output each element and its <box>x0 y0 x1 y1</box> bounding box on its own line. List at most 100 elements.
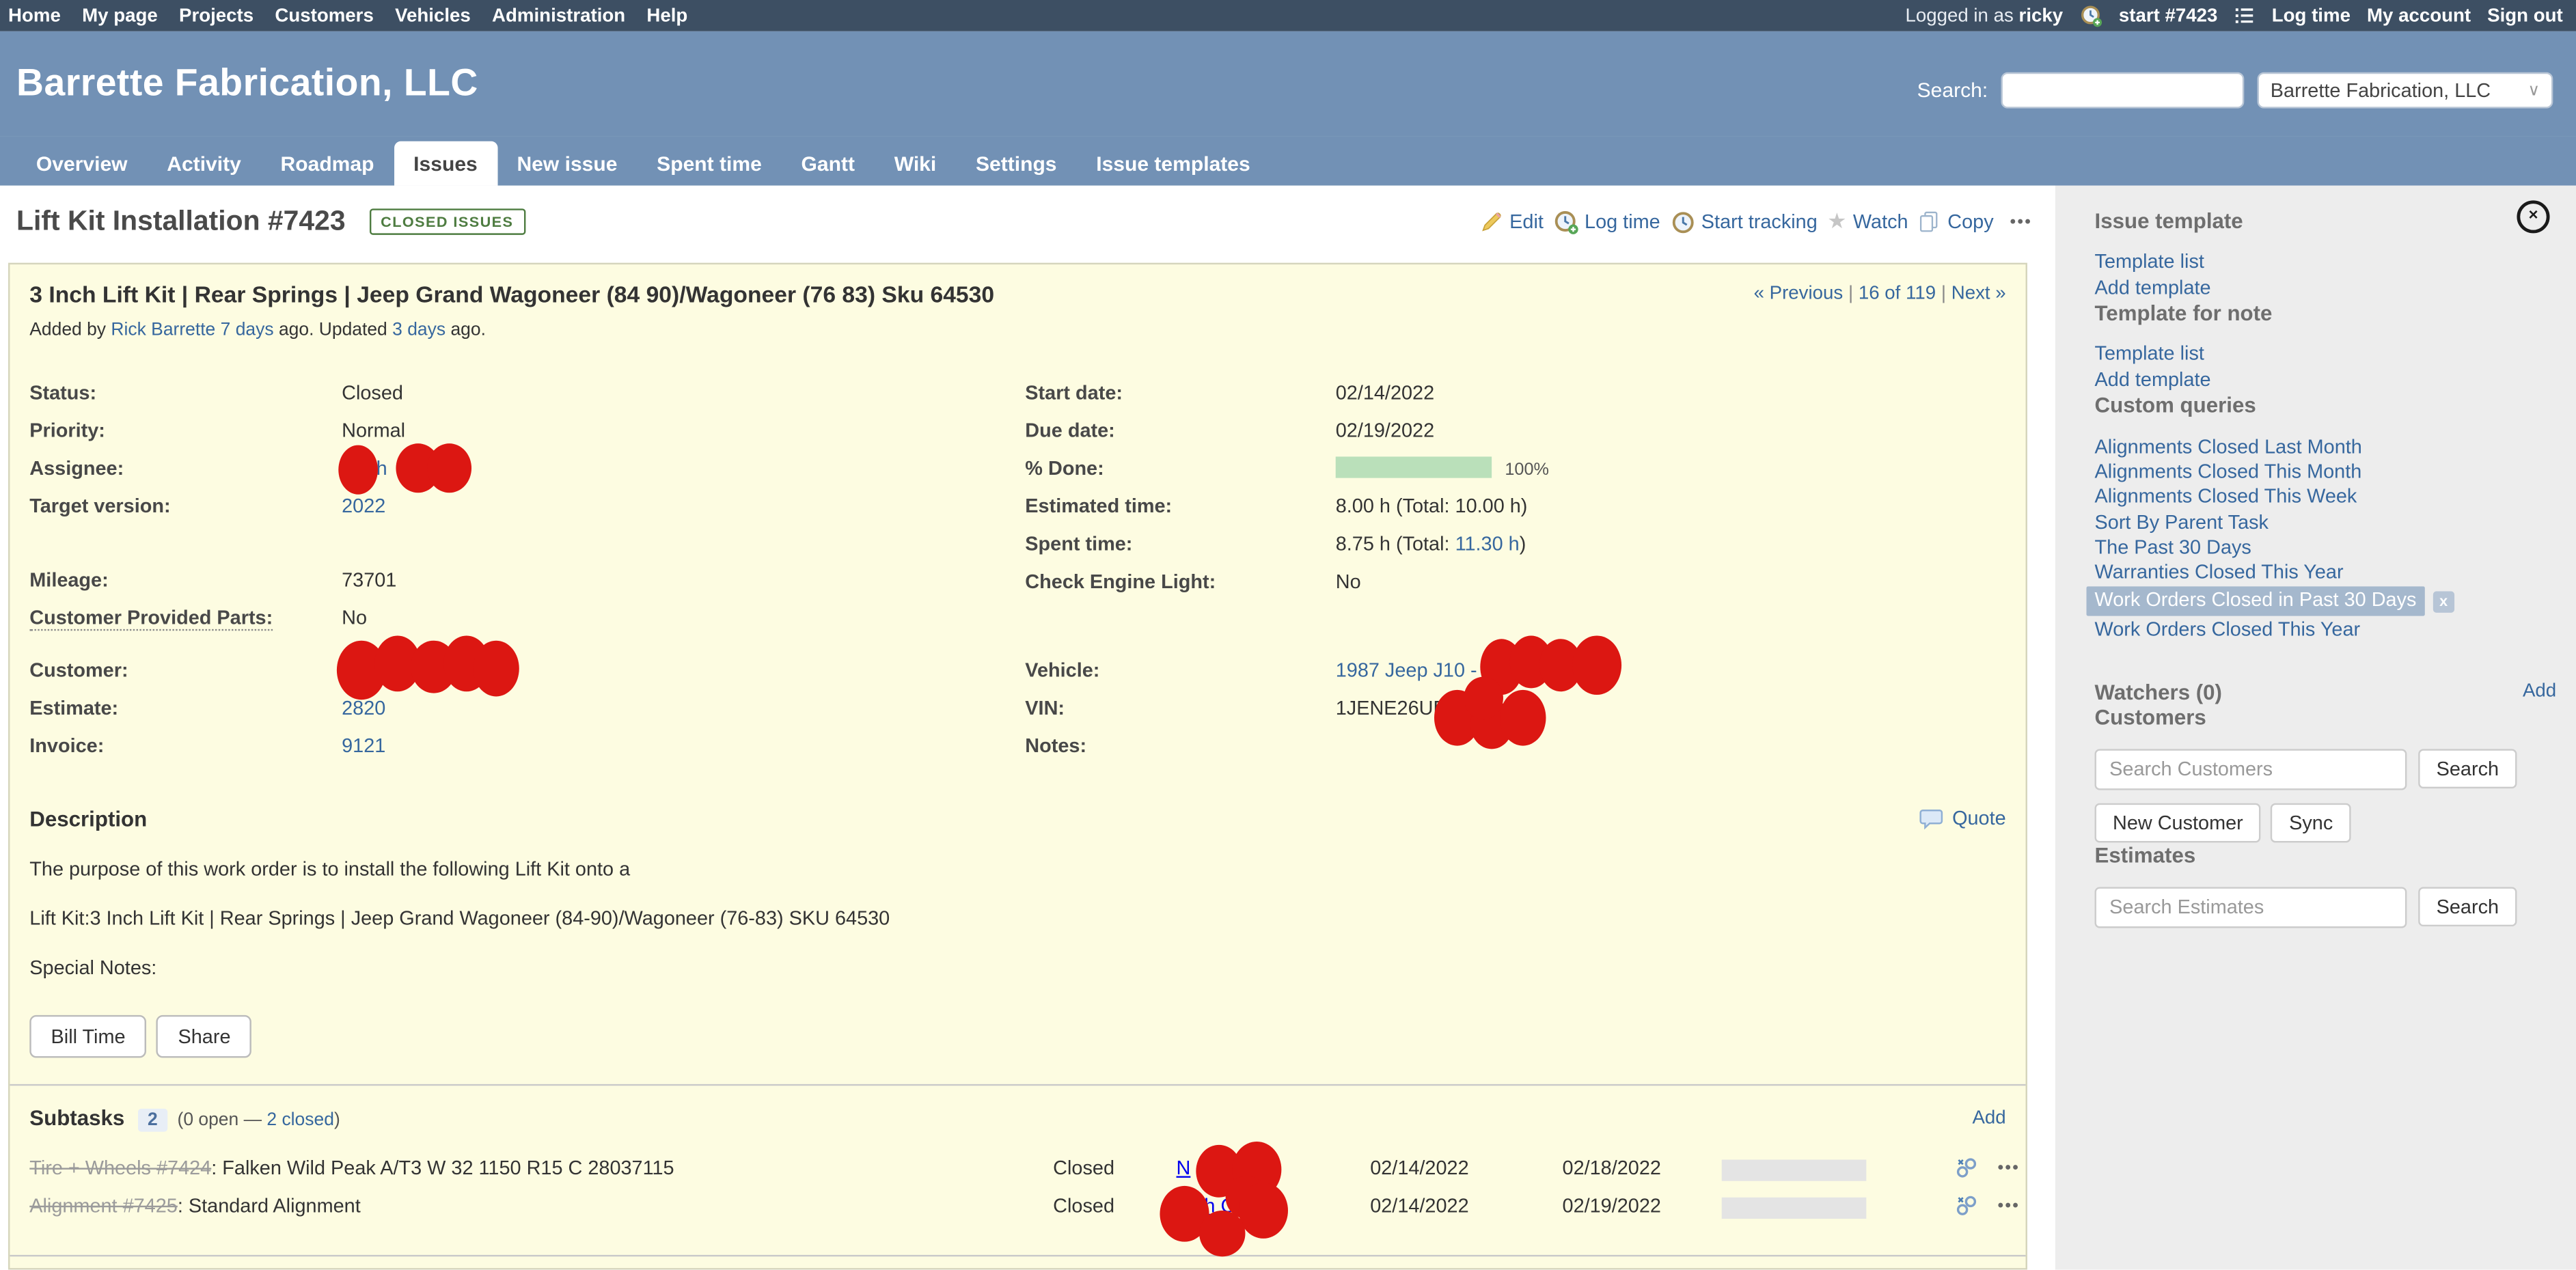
subtask-status: Closed <box>1053 1157 1114 1180</box>
updated-ago-link[interactable]: 3 days <box>392 320 446 340</box>
tab-gantt[interactable]: Gantt <box>782 145 875 186</box>
pagination-position: 16 of 119 <box>1859 284 1936 304</box>
copy-button[interactable]: Copy <box>1918 210 1994 234</box>
log-time-link[interactable]: Log time <box>2272 5 2351 25</box>
subtask-row: Tire + Wheels #7424: Falken Wild Peak A/… <box>29 1153 2005 1191</box>
watch-button[interactable]: ★ Watch <box>1827 208 1908 234</box>
subtask-start-date: 02/14/2022 <box>1370 1157 1468 1180</box>
timer-list-icon[interactable] <box>2234 5 2255 26</box>
project-jump-select[interactable]: Barrette Fabrication, LLC ∨ <box>2258 72 2553 109</box>
target-version-label: Target version: <box>29 495 342 527</box>
top-menu-my-page[interactable]: My page <box>82 5 158 25</box>
section-divider <box>10 1084 2025 1086</box>
priority-label: Priority: <box>29 419 342 452</box>
issue-subject: 3 Inch Lift Kit | Rear Springs | Jeep Gr… <box>29 281 2005 307</box>
search-estimates-button[interactable]: Search <box>2418 887 2517 927</box>
share-button[interactable]: Share <box>156 1015 252 1058</box>
subtask-due-date: 02/19/2022 <box>1563 1194 1661 1217</box>
top-menu-administration[interactable]: Administration <box>492 5 625 25</box>
issue-actions: Edit Log time Start tracking ★ Watch Cop… <box>1480 208 2032 234</box>
template-for-note-heading: Template for note <box>2095 301 2550 325</box>
custom-query-link[interactable]: Work Orders Closed This Year <box>2095 618 2361 644</box>
custom-query-selected[interactable]: Work Orders Closed in Past 30 Days <box>2087 587 2425 617</box>
subtask-progress-bar <box>1722 1159 1867 1181</box>
start-timer-link[interactable]: start #7423 <box>2119 5 2218 25</box>
tab-settings[interactable]: Settings <box>956 145 1076 186</box>
search-input[interactable] <box>2001 72 2244 109</box>
sync-button[interactable]: Sync <box>2271 803 2351 842</box>
search-label: Search: <box>1917 79 1988 102</box>
bill-time-button[interactable]: Bill Time <box>29 1015 147 1058</box>
logged-in-label: Logged in as ricky <box>1905 5 2063 25</box>
next-link[interactable]: Next » <box>1951 284 2006 304</box>
tab-overview[interactable]: Overview <box>16 145 147 186</box>
subtask-id-link[interactable]: Alignment #7425 <box>29 1194 178 1217</box>
top-menu-home[interactable]: Home <box>8 5 61 25</box>
top-menu-help[interactable]: Help <box>646 5 687 25</box>
tab-issues[interactable]: Issues <box>394 141 497 186</box>
subtask-id-link[interactable]: Tire + Wheels #7424 <box>29 1157 211 1180</box>
search-customers-button[interactable]: Search <box>2418 749 2517 789</box>
closed-subtasks-link[interactable]: 2 closed <box>266 1110 334 1130</box>
previous-link[interactable]: « Previous <box>1754 284 1844 304</box>
custom-query-link[interactable]: Alignments Closed This Week <box>2095 485 2357 510</box>
estimate-link[interactable]: 2820 <box>342 696 385 719</box>
close-icon[interactable]: × <box>2517 200 2549 233</box>
unlink-icon[interactable] <box>1955 1194 1978 1222</box>
timer-clock-icon[interactable] <box>2079 4 2102 27</box>
top-menu-projects[interactable]: Projects <box>179 5 254 25</box>
subtask-more-button[interactable]: ••• <box>1998 1198 2020 1215</box>
tab-issue-templates[interactable]: Issue templates <box>1076 145 1270 186</box>
custom-query-link[interactable]: Sort By Parent Task <box>2095 510 2269 536</box>
search-customers-input[interactable] <box>2095 748 2407 789</box>
custom-query-link[interactable]: Alignments Closed Last Month <box>2095 435 2362 460</box>
subtask-more-button[interactable]: ••• <box>1998 1159 2020 1177</box>
unlink-icon[interactable] <box>1955 1157 1978 1185</box>
added-ago-link[interactable]: 7 days <box>221 320 274 340</box>
redaction-blob <box>473 641 519 697</box>
delete-query-icon[interactable]: x <box>2433 591 2454 612</box>
invoice-link[interactable]: 9121 <box>342 734 385 758</box>
tab-wiki[interactable]: Wiki <box>875 145 956 186</box>
tab-new-issue[interactable]: New issue <box>497 145 638 186</box>
sign-out-link[interactable]: Sign out <box>2487 5 2563 25</box>
spent-time-value: 8.75 h (Total: 11.30 h) <box>1336 532 2006 565</box>
tab-activity[interactable]: Activity <box>147 145 260 186</box>
more-actions-button[interactable]: ••• <box>2010 212 2032 230</box>
total-spent-time-link[interactable]: 11.30 h <box>1455 532 1520 555</box>
add-subtask-link[interactable]: Add <box>1972 1109 2005 1129</box>
customers-heading: Customers <box>2095 704 2550 729</box>
tab-roadmap[interactable]: Roadmap <box>261 145 394 186</box>
redaction-blob <box>1500 690 1546 746</box>
tab-spent-time[interactable]: Spent time <box>637 145 781 186</box>
template-list-link[interactable]: Template list <box>2095 249 2550 275</box>
quote-button[interactable]: Quote <box>1919 807 2006 830</box>
top-menu-customers[interactable]: Customers <box>275 5 373 25</box>
add-template-link[interactable]: Add template <box>2095 275 2550 301</box>
search-estimates-input[interactable] <box>2095 886 2407 927</box>
custom-query-link[interactable]: The Past 30 Days <box>2095 535 2251 560</box>
note-template-list-link[interactable]: Template list <box>2095 342 2550 367</box>
done-label: % Done: <box>1025 456 1335 489</box>
subtask-assignee-link[interactable]: N <box>1177 1157 1191 1180</box>
custom-query-link[interactable]: Alignments Closed This Month <box>2095 460 2362 486</box>
new-customer-button[interactable]: New Customer <box>2095 803 2262 842</box>
redaction-blob <box>1199 1211 1245 1256</box>
mileage-value: 73701 <box>342 568 1025 601</box>
target-version-link[interactable]: 2022 <box>342 495 385 518</box>
vehicle-link[interactable]: 1987 Jeep J10 - <box>1336 659 1477 682</box>
status-label: Status: <box>29 381 342 414</box>
custom-query-link[interactable]: Warranties Closed This Year <box>2095 560 2344 585</box>
author-link[interactable]: Rick Barrette <box>111 320 215 340</box>
log-time-button[interactable]: Log time <box>1553 210 1660 234</box>
copy-icon <box>1918 210 1941 234</box>
top-menu-vehicles[interactable]: Vehicles <box>395 5 471 25</box>
add-watcher-link[interactable]: Add <box>2523 681 2556 701</box>
my-account-link[interactable]: My account <box>2367 5 2471 25</box>
customer-provided-parts-label: Customer Provided Parts: <box>29 606 342 654</box>
estimate-label: Estimate: <box>29 696 342 729</box>
mileage-label: Mileage: <box>29 568 342 601</box>
start-tracking-button[interactable]: Start tracking <box>1670 210 1818 234</box>
edit-button[interactable]: Edit <box>1480 210 1544 234</box>
note-add-template-link[interactable]: Add template <box>2095 367 2550 392</box>
